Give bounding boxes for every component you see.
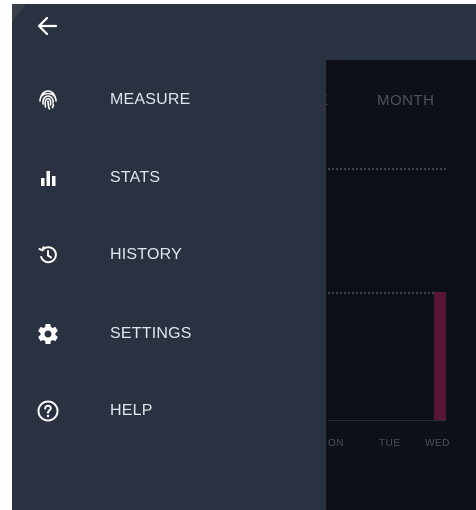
drawer-item-measure[interactable]: MEASURE [12, 74, 326, 126]
drawer-item-label: HISTORY [110, 246, 182, 263]
history-icon [36, 243, 60, 267]
drawer-item-label: MEASURE [110, 91, 191, 108]
day-label: ON [328, 438, 344, 449]
chart-baseline [328, 420, 446, 421]
drawer-item-label: SETTINGS [110, 325, 192, 342]
gear-icon [36, 322, 60, 346]
chart-gridline [328, 292, 446, 294]
drawer-item-settings[interactable]: SETTINGS [12, 308, 326, 360]
app-frame: K MONTH ON TUE WED [12, 4, 476, 510]
drawer-item-label: STATS [110, 169, 161, 186]
help-circle-icon [36, 399, 60, 423]
fingerprint-icon [36, 88, 60, 112]
day-label: TUE [379, 438, 401, 449]
drawer-item-help[interactable]: HELP [12, 385, 326, 437]
drawer-item-label: HELP [110, 402, 153, 419]
chart-gridline [328, 168, 446, 170]
navigation-drawer: MEASURE STATS HISTORY SETTINGS HELP [12, 4, 326, 510]
bar-chart-icon [36, 166, 60, 190]
back-button[interactable] [34, 12, 62, 40]
arrow-left-icon [37, 16, 58, 36]
drawer-item-stats[interactable]: STATS [12, 152, 326, 204]
corner-accent [12, 4, 26, 22]
tab-month[interactable]: MONTH [377, 92, 435, 109]
drawer-item-history[interactable]: HISTORY [12, 229, 326, 281]
day-label: WED [425, 438, 450, 449]
chart-bar-wed [434, 292, 446, 420]
